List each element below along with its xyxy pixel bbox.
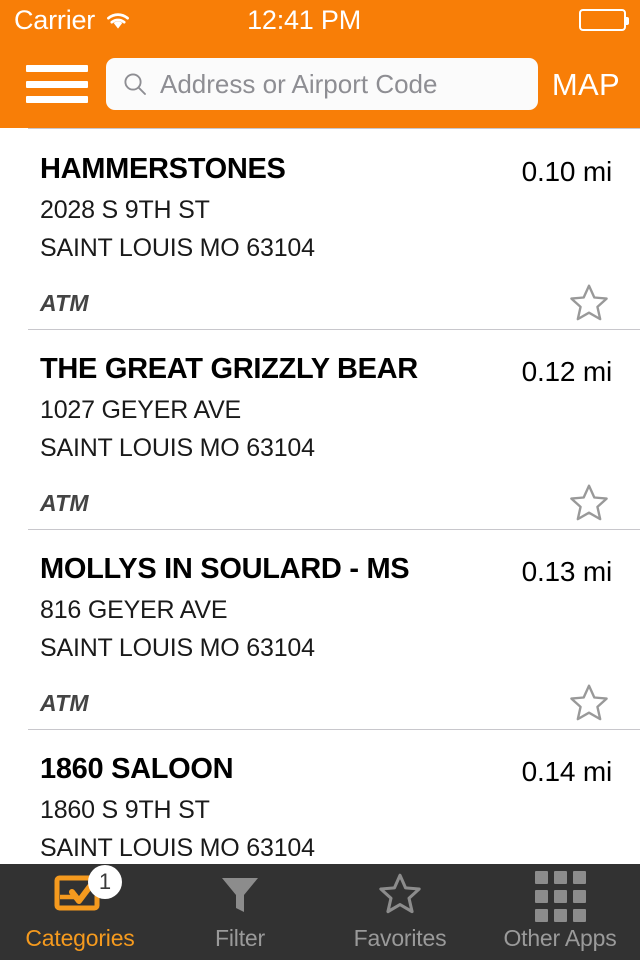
table-row[interactable]: MOLLYS IN SOULARD - MS 0.13 mi 816 GEYER… [0,529,640,729]
table-row[interactable]: HAMMERSTONES 0.10 mi 2028 S 9TH ST SAINT… [0,129,640,329]
filter-icon-slot [217,871,263,923]
location-tag-badge: ATM [40,489,89,516]
location-name: THE GREAT GRIZZLY BEAR [40,353,418,385]
carrier-label: Carrier [14,4,96,35]
status-bar-left: Carrier [14,4,132,35]
hamburger-bar [26,65,88,72]
funnel-filter-icon [217,872,263,921]
other-apps-icon-slot [534,871,586,923]
grid-cell [534,871,548,884]
grid-cell [534,909,548,922]
row-footer: ATM [40,280,612,326]
favorite-star-icon[interactable] [566,281,612,325]
row-footer: ATM [40,480,612,526]
location-address-line1: 816 GEYER AVE [40,595,228,624]
tab-categories[interactable]: 1 Categories [0,864,160,960]
battery-icon [579,9,629,31]
categories-icon-slot: 1 [54,864,122,923]
location-address-line2: SAINT LOUIS MO 63104 [40,234,315,263]
row-header: HAMMERSTONES 0.10 mi [40,153,612,189]
grid-cell [572,871,586,884]
grid-cell [572,890,586,903]
location-distance: 0.14 mi [521,756,613,787]
location-distance: 0.13 mi [521,556,613,587]
tab-bar: 1 Categories Filter Favorites Other Apps [0,864,640,960]
grid-cell [553,890,567,903]
table-row[interactable]: 1860 SALOON 0.14 mi 1860 S 9TH ST SAINT … [0,729,640,864]
search-icon [122,71,160,97]
tab-label-other-apps: Other Apps [503,924,617,951]
status-bar-center: 12:41 PM [132,4,476,35]
search-field[interactable] [106,58,538,110]
map-button[interactable]: MAP [550,65,622,104]
grid-cell [572,909,586,922]
table-row[interactable]: THE GREAT GRIZZLY BEAR 0.12 mi 1027 GEYE… [0,329,640,529]
tab-favorites[interactable]: Favorites [320,864,480,960]
grid-cell [553,909,567,922]
location-tag-badge: ATM [40,289,89,316]
row-header: MOLLYS IN SOULARD - MS 0.13 mi [40,553,612,589]
location-distance: 0.12 mi [521,356,613,387]
grid-cell [534,890,548,903]
location-name: HAMMERSTONES [40,153,286,185]
hamburger-bar [26,80,88,88]
categories-badge: 1 [88,864,122,899]
wifi-icon [104,9,132,31]
status-bar: Carrier 12:41 PM [0,0,640,40]
row-header: THE GREAT GRIZZLY BEAR 0.12 mi [40,353,612,389]
row-footer: ATM [40,680,612,726]
clock-label: 12:41 PM [247,4,362,35]
search-input[interactable] [160,68,522,100]
location-address-line1: 1860 S 9TH ST [40,795,210,824]
tab-label-categories: Categories [25,924,135,951]
tab-filter[interactable]: Filter [160,864,320,960]
grid-cell [553,871,567,884]
location-address-line1: 2028 S 9TH ST [40,195,210,224]
location-address-line2: SAINT LOUIS MO 63104 [40,634,315,663]
tab-other-apps[interactable]: Other Apps [480,864,640,960]
location-distance: 0.10 mi [521,156,613,187]
hamburger-bar [26,96,88,103]
hamburger-menu-icon[interactable] [26,61,88,107]
row-header: 1860 SALOON 0.14 mi [40,753,612,789]
location-address-line2: SAINT LOUIS MO 63104 [40,434,315,463]
nav-bar: MAP [0,40,640,128]
location-name: 1860 SALOON [40,753,234,785]
location-address-line1: 1027 GEYER AVE [40,395,242,424]
location-address-line2: SAINT LOUIS MO 63104 [40,834,315,863]
app-screen: Carrier 12:41 PM Address or Airport Code… [0,0,640,960]
tab-label-favorites: Favorites [353,924,447,951]
grid-apps-icon [534,871,586,922]
tab-label-filter: Filter [215,924,265,951]
location-tag-badge: ATM [40,689,89,716]
location-list[interactable]: HAMMERSTONES 0.10 mi 2028 S 9TH ST SAINT… [0,128,640,864]
favorite-star-icon[interactable] [566,681,612,725]
favorites-icon-slot [376,871,424,923]
star-outline-icon [376,871,424,922]
status-bar-right [476,9,629,31]
favorite-star-icon[interactable] [566,481,612,525]
location-name: MOLLYS IN SOULARD - MS [40,553,410,585]
